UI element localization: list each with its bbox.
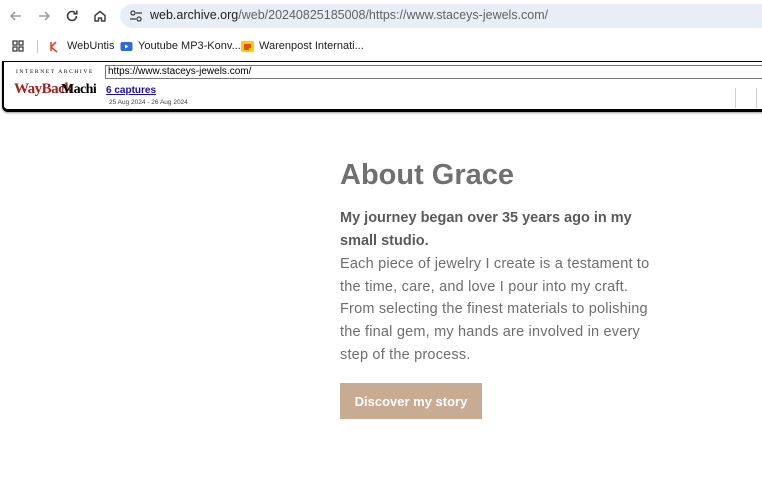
dhl-icon [241,40,254,52]
captures-date-range: 25 Aug 2024 - 26 Aug 2024 [109,99,188,106]
wayback-url-input[interactable]: https://www.staceys-jewels.com/ [105,65,762,79]
about-section: About Grace My journey began over 35 yea… [340,155,650,367]
address-url: web.archive.org/web/20240825185008/https… [150,8,548,22]
bookmark-youtube-mp3[interactable]: Youtube MP3-Konv... [120,37,241,55]
bookmark-label: Youtube MP3-Konv... [138,40,241,52]
reload-icon [66,10,78,22]
body-text: Each piece of jewelry I create is a test… [340,256,650,363]
captures-link[interactable]: 6 captures [106,85,156,96]
apps-button[interactable] [12,37,24,55]
bookmark-label: WebUntis [67,40,115,52]
url-host: web.archive.org [150,8,239,22]
wayback-divider [756,88,757,108]
forward-button[interactable] [33,5,55,27]
url-path: /web/20240825185008/https://www.staceys-… [238,8,549,22]
arrow-right-icon [39,11,51,21]
reload-button[interactable] [61,5,83,27]
back-button[interactable] [5,5,27,27]
bookmarks-bar: WebUntis Youtube MP3-Konv... Warenpost I… [0,33,762,59]
wayback-machine-logo[interactable]: WayBack Machine [14,77,96,99]
discover-story-button[interactable]: Discover my story [340,383,482,419]
home-icon [94,10,106,22]
wayback-toolbar: INTERNET ARCHIVE WayBack Machine https:/… [2,61,762,112]
wayback-divider [735,88,736,108]
apps-grid-icon [12,40,24,52]
webuntis-icon [50,40,58,53]
youtube-icon [120,41,133,51]
bookmarks-separator [37,40,38,53]
svg-text:Machine: Machine [61,82,96,97]
site-settings-icon[interactable] [128,8,144,24]
arrow-left-icon [9,11,21,21]
bookmark-webuntis[interactable]: WebUntis [49,37,114,55]
home-button[interactable] [89,5,111,27]
browser-toolbar: web.archive.org/web/20240825185008/https… [0,0,762,33]
internet-archive-wordmark: INTERNET ARCHIVE [16,69,94,75]
lead-text: My journey began over 35 years ago in my… [340,210,632,249]
bookmark-label: Warenpost Internati... [259,40,364,52]
page-title: About Grace [340,159,515,191]
address-bar[interactable]: web.archive.org/web/20240825185008/https… [120,4,762,28]
bookmark-warenpost[interactable]: Warenpost Internati... [241,37,364,55]
